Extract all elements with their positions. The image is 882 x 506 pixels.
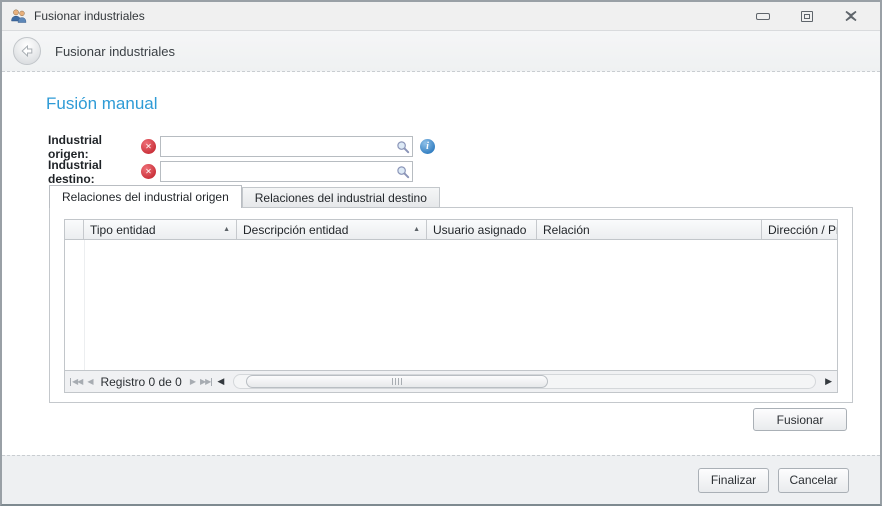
window-title: Fusionar industriales [34, 9, 145, 23]
relation-tabs: Relaciones del industrial origen Relacio… [49, 185, 440, 208]
back-button[interactable] [13, 37, 41, 65]
close-icon [845, 11, 857, 21]
cancelar-button[interactable]: Cancelar [778, 468, 849, 493]
indicator-column-divider [84, 240, 85, 370]
pager-last-button[interactable]: ▶▶ [200, 378, 212, 386]
horizontal-scrollbar[interactable] [233, 374, 816, 389]
destino-input[interactable] [161, 163, 393, 180]
destino-lookup-box [160, 161, 413, 182]
maximize-icon [801, 11, 813, 22]
search-icon [396, 140, 410, 154]
search-icon [396, 165, 410, 179]
pager-first-button[interactable]: ◀◀ [70, 378, 82, 386]
scrollbar-grip [398, 378, 399, 385]
scrollbar-grip [395, 378, 396, 385]
origen-lookup-box [160, 136, 413, 157]
merge-users-icon [10, 8, 28, 24]
minimize-button[interactable] [752, 7, 774, 25]
scrollbar-grip [392, 378, 393, 385]
finalizar-button[interactable]: Finalizar [698, 468, 769, 493]
origen-input[interactable] [161, 138, 393, 155]
table-header-indicator [65, 220, 84, 239]
table-header-relacion[interactable]: Relación [537, 220, 762, 239]
pager-next-button[interactable]: ▶ [190, 378, 195, 386]
back-arrow-icon [19, 43, 35, 59]
destino-search-button[interactable] [393, 162, 412, 181]
field-row-origen: Industrial origen: ✕ i [48, 136, 435, 157]
hscroll-left-button[interactable]: ◀ [217, 377, 224, 386]
main-content: Fusión manual Industrial origen: ✕ i Ind… [2, 72, 880, 455]
relations-groupbox: Tipo entidad ▲ Descripción entidad ▲ Usu… [49, 207, 853, 403]
title-bar: Fusionar industriales [2, 2, 880, 30]
tab-relaciones-origen[interactable]: Relaciones del industrial origen [49, 185, 242, 208]
hscroll-right-button[interactable]: ▶ [825, 377, 832, 386]
pager-bar: ◀◀ ◀ Registro 0 de 0 ▶ ▶▶ ◀ ▶ [65, 370, 837, 392]
table-body-empty [65, 240, 837, 370]
pager-prev-button[interactable]: ◀ [87, 378, 92, 386]
header-bar: Fusionar industriales [2, 30, 880, 72]
destino-label: Industrial destino: [48, 158, 141, 186]
origen-label: Industrial origen: [48, 133, 141, 161]
section-heading: Fusión manual [46, 94, 158, 114]
scrollbar-grip [401, 378, 402, 385]
origen-error-icon: ✕ [141, 139, 156, 154]
table-header-usuario-asignado[interactable]: Usuario asignado [427, 220, 537, 239]
footer-bar: Finalizar Cancelar [2, 455, 880, 504]
table-header-direccion-propietario[interactable]: Dirección / Prop [762, 220, 837, 239]
horizontal-scrollbar-thumb[interactable] [246, 375, 548, 388]
table-header-tipo-entidad[interactable]: Tipo entidad ▲ [84, 220, 237, 239]
close-button[interactable] [840, 7, 862, 25]
maximize-button[interactable] [796, 7, 818, 25]
minimize-icon [756, 13, 770, 20]
origen-search-button[interactable] [393, 137, 412, 156]
sort-asc-icon: ▲ [217, 226, 230, 233]
fusionar-button[interactable]: Fusionar [753, 408, 847, 431]
field-row-destino: Industrial destino: ✕ [48, 161, 413, 182]
info-icon[interactable]: i [420, 139, 435, 154]
pager-record-text: Registro 0 de 0 [97, 375, 184, 389]
page-title: Fusionar industriales [55, 44, 175, 59]
relations-table: Tipo entidad ▲ Descripción entidad ▲ Usu… [64, 219, 838, 393]
destino-error-icon: ✕ [141, 164, 156, 179]
sort-asc-icon: ▲ [407, 226, 420, 233]
table-header-row: Tipo entidad ▲ Descripción entidad ▲ Usu… [65, 220, 837, 240]
table-header-descripcion-entidad[interactable]: Descripción entidad ▲ [237, 220, 427, 239]
tab-relaciones-destino[interactable]: Relaciones del industrial destino [242, 187, 440, 208]
window-controls [752, 7, 880, 25]
dialog-window: Fusionar industriales Fusionar industria… [0, 0, 882, 506]
